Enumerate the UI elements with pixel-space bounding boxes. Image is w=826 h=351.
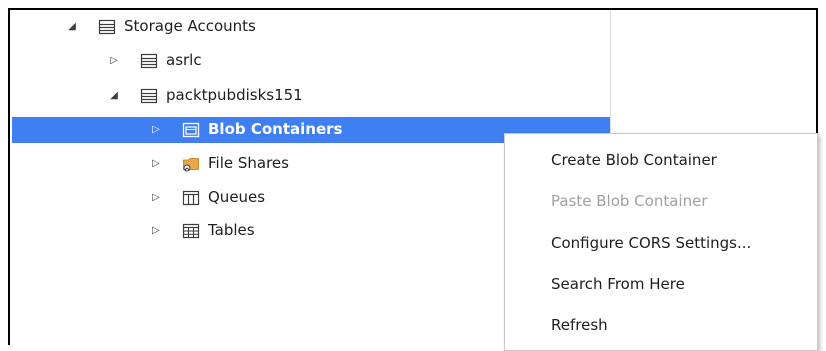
collapsed-arrow-icon[interactable]: ▷ <box>150 158 162 170</box>
tree-node-label: Queues <box>208 188 266 206</box>
collapsed-arrow-icon[interactable]: ▷ <box>150 192 162 204</box>
table-icon <box>182 223 200 239</box>
collapsed-arrow-icon[interactable]: ▷ <box>150 225 162 237</box>
file-share-icon <box>183 158 199 172</box>
tree-node-label: packtpubdisks151 <box>166 86 303 104</box>
tree-node-label: File Shares <box>208 154 289 172</box>
storage-list-icon <box>140 53 158 69</box>
tree-node-storage-accounts[interactable]: ◢ Storage Accounts <box>12 14 610 40</box>
menu-item-search-from-here[interactable]: Search From Here <box>551 274 811 294</box>
context-menu: Create Blob Container Paste Blob Contain… <box>504 133 818 351</box>
expanded-arrow-icon[interactable]: ◢ <box>66 21 78 33</box>
storage-list-icon <box>140 88 158 104</box>
tree-node-label: asrlc <box>166 51 202 69</box>
menu-item-configure-cors[interactable]: Configure CORS Settings... <box>551 233 811 253</box>
collapsed-arrow-icon[interactable]: ▷ <box>108 55 120 67</box>
tree-node-label: Storage Accounts <box>124 17 256 35</box>
tree-node-label: Blob Containers <box>208 120 343 138</box>
collapsed-arrow-icon[interactable]: ▷ <box>150 124 162 136</box>
tree-node-label: Tables <box>208 221 255 239</box>
tree-node-packtpubdisks151[interactable]: ◢ packtpubdisks151 <box>12 83 610 109</box>
tree-node-asrlc[interactable]: ▷ asrlc <box>12 48 610 74</box>
storage-list-icon <box>98 19 116 35</box>
blob-container-icon <box>182 122 200 138</box>
menu-item-create-blob-container[interactable]: Create Blob Container <box>551 150 811 170</box>
queue-icon <box>182 190 200 206</box>
expanded-arrow-icon[interactable]: ◢ <box>108 90 120 102</box>
menu-item-refresh[interactable]: Refresh <box>551 315 811 335</box>
menu-item-paste-blob-container: Paste Blob Container <box>551 192 708 210</box>
